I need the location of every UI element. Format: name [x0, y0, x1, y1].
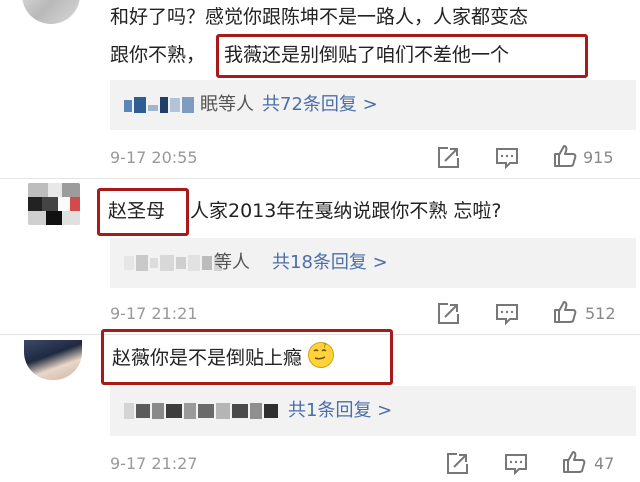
thumbs-up-icon[interactable]	[552, 143, 578, 169]
reply-count-link[interactable]: 共1条回复 >	[288, 399, 392, 423]
reply-count-link[interactable]: 共72条回复 >	[262, 93, 378, 117]
comment-text-line-2-prefix: 跟你不熟，	[110, 44, 206, 66]
avatar[interactable]	[24, 340, 82, 380]
comment-author[interactable]: 赵圣母	[108, 196, 165, 226]
reply-authors: 等人	[214, 252, 250, 273]
replies-preview[interactable]: 共1条回复 >	[110, 386, 636, 436]
like-count: 512	[585, 304, 616, 323]
avatar[interactable]	[22, 0, 80, 24]
divider	[0, 178, 640, 179]
share-icon[interactable]	[435, 301, 461, 327]
comment-time: 9-17 21:21	[110, 304, 198, 323]
blurred-username	[124, 255, 224, 271]
avatar[interactable]	[28, 183, 80, 225]
share-icon[interactable]	[444, 451, 470, 477]
comment-text-body: 赵薇你是不是倒贴上瘾	[112, 347, 303, 369]
replies-preview[interactable]: 等人 共18条回复 >	[110, 238, 636, 288]
comment-icon[interactable]	[503, 451, 529, 477]
blurred-username	[124, 403, 284, 419]
replies-preview[interactable]: 眠等人 共72条回复 >	[110, 80, 636, 130]
svg-text:?: ?	[323, 343, 326, 350]
comment-text-line-2-highlight: 我薇还是别倒贴了咱们不差他一个	[224, 44, 510, 66]
comment-icon[interactable]	[494, 301, 520, 327]
reply-count-link[interactable]: 共18条回复 >	[272, 251, 388, 275]
thumbs-up-icon[interactable]	[552, 299, 578, 325]
share-icon[interactable]	[435, 145, 461, 171]
thinking-face-icon: ?	[308, 342, 335, 368]
comment-text: 赵薇你是不是倒贴上瘾 ?	[112, 342, 335, 373]
comment-text: 人家2013年在戛纳说跟你不熟 忘啦?	[190, 200, 502, 222]
reply-authors: 眠等人	[200, 94, 254, 115]
comment-text-line-1: 和好了吗？感觉你跟陈坤不是一路人，人家都变态	[110, 6, 529, 28]
like-count: 915	[583, 148, 614, 167]
comment-time: 9-17 21:27	[110, 454, 198, 473]
like-count: 47	[594, 454, 615, 473]
blurred-username	[124, 97, 198, 113]
comment-time: 9-17 20:55	[110, 148, 198, 167]
thumbs-up-icon[interactable]	[561, 449, 587, 475]
comment-icon[interactable]	[494, 145, 520, 171]
